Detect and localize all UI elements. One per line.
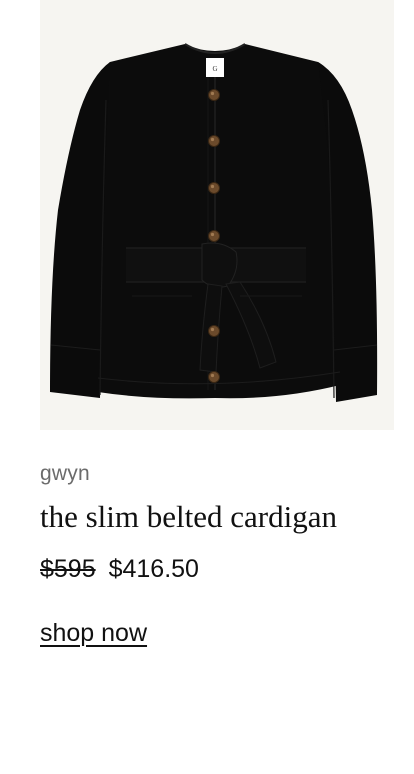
shop-now-link[interactable]: shop now [40, 618, 147, 648]
product-image[interactable]: G [40, 0, 394, 430]
product-brand: gwyn [40, 462, 90, 485]
price-sale: $416.50 [108, 555, 199, 583]
product-card[interactable]: G gwyn the slim belted cardigan $595 $41… [40, 0, 394, 648]
price-original: $595 [40, 555, 96, 583]
label-tag-text: G [212, 65, 217, 73]
product-prices: $595 $416.50 [40, 554, 394, 584]
cardigan-image: G [50, 43, 378, 402]
product-name[interactable]: the slim belted cardigan [40, 500, 394, 534]
